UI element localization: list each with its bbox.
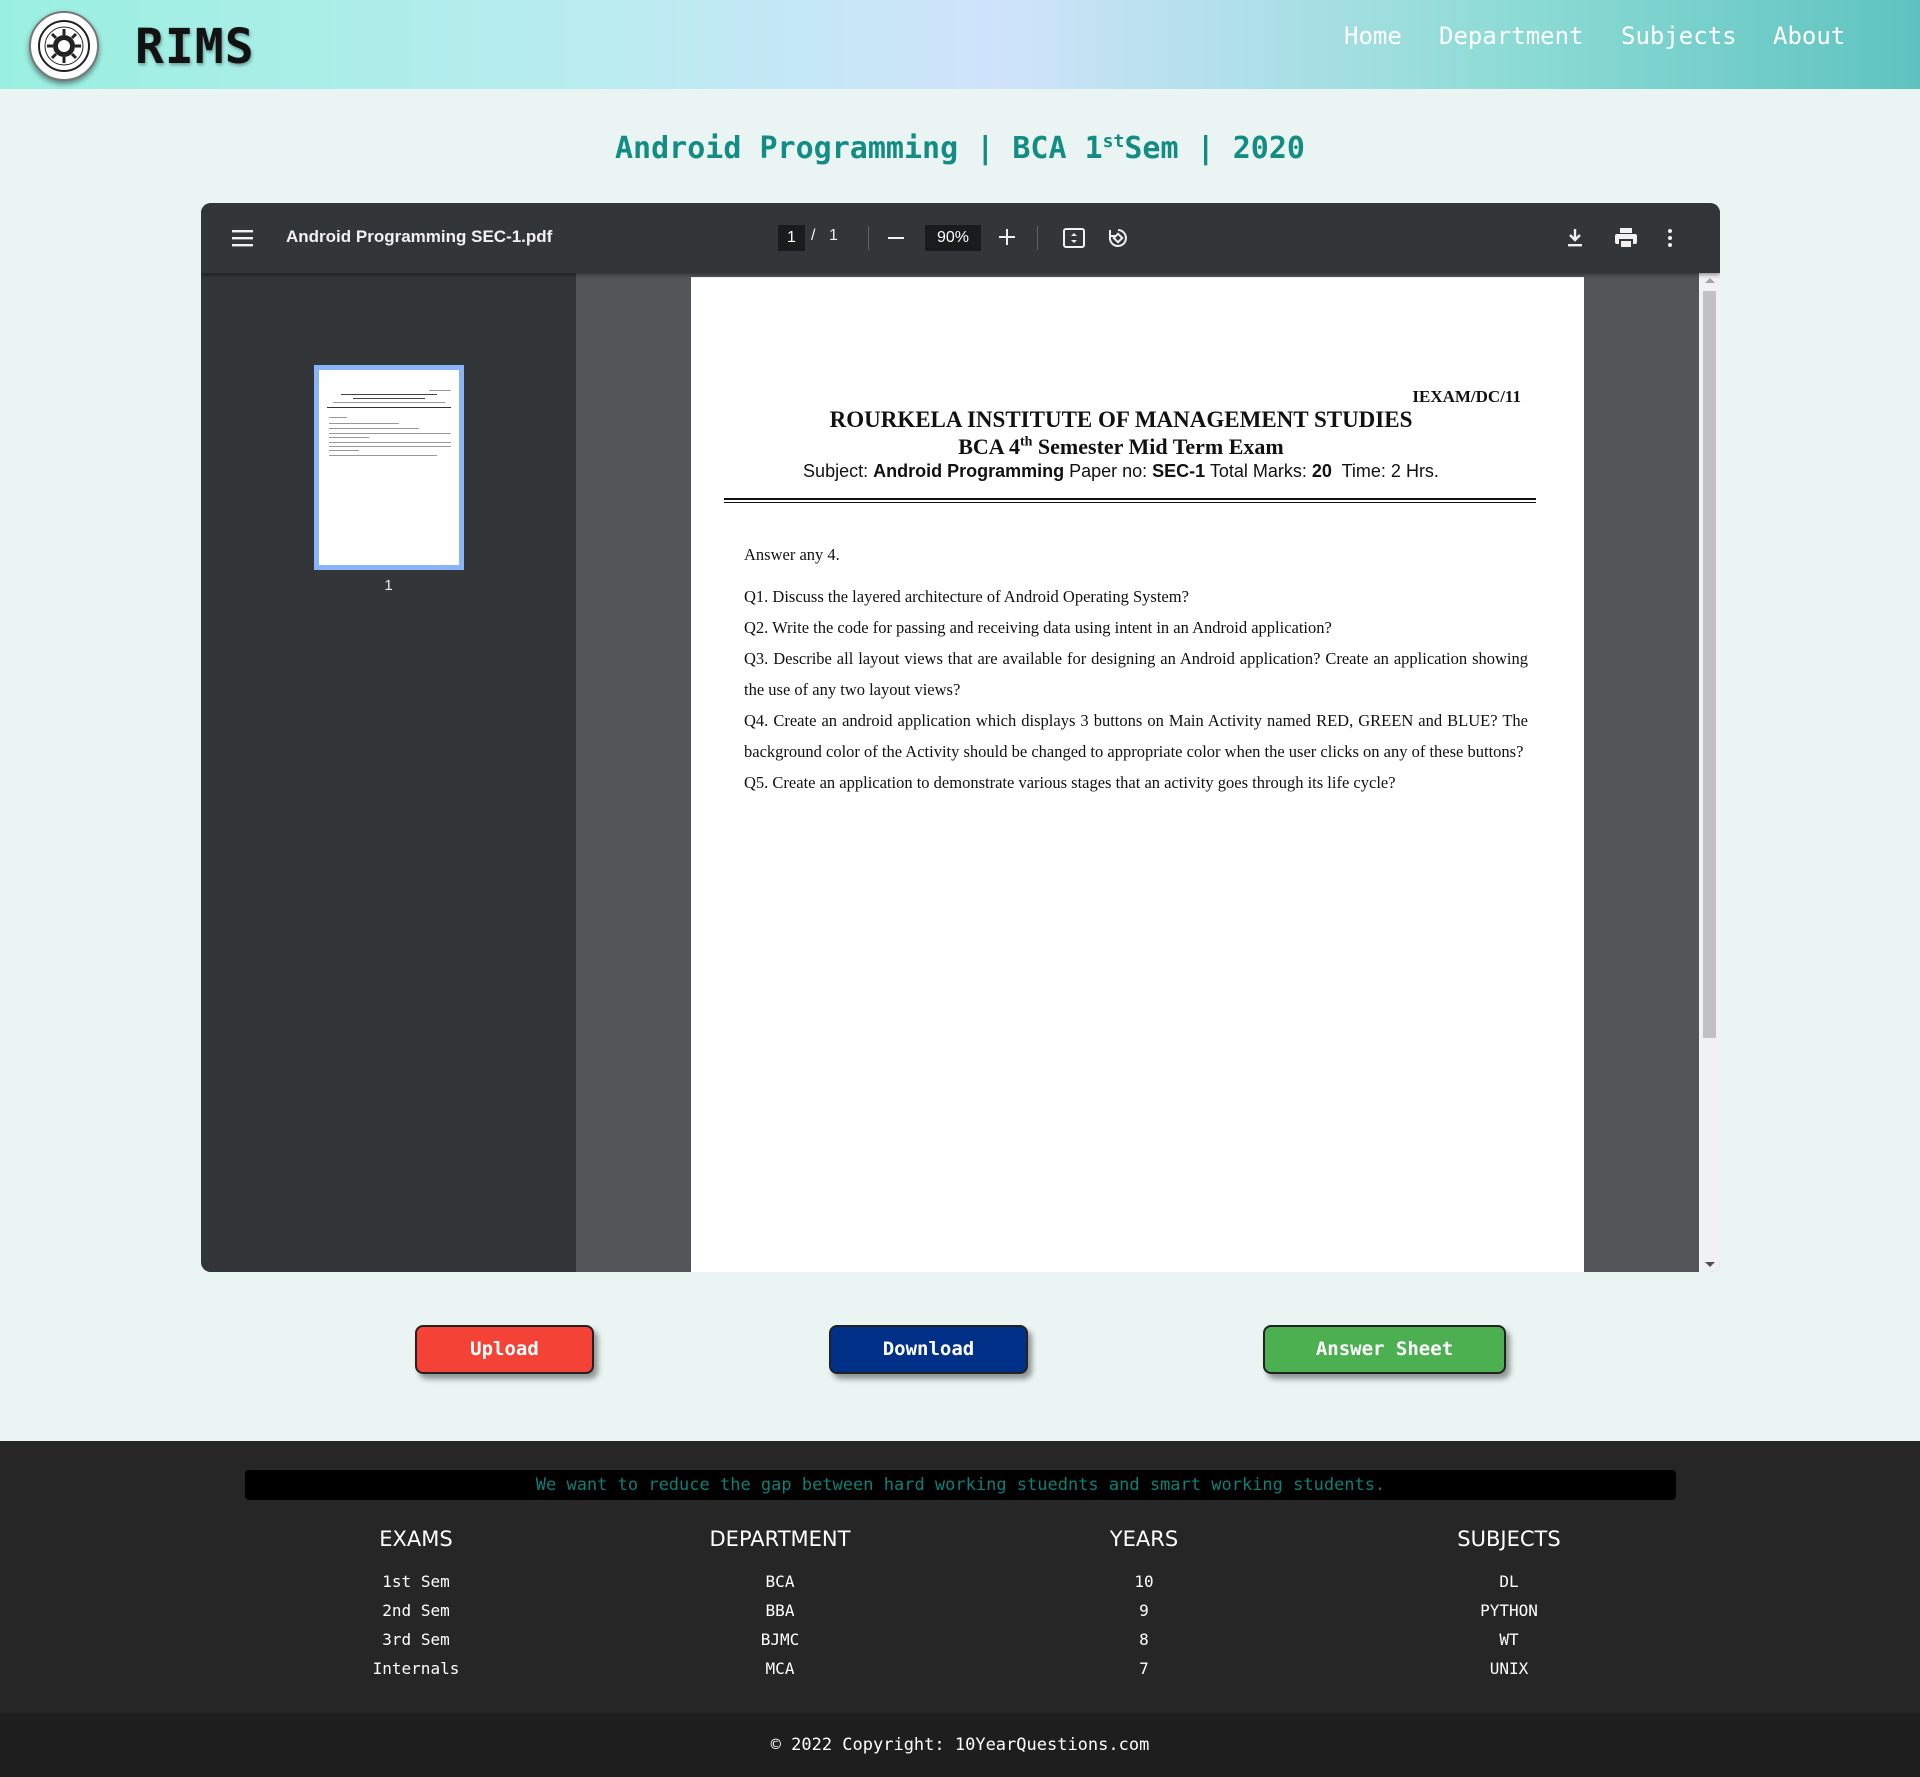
doc-institute: ROURKELA INSTITUTE OF MANAGEMENT STUDIES [829,407,1413,432]
nav-department-link[interactable]: Department [1439,22,1584,50]
navbar: RIMS Home Department Subjects About [0,0,1920,89]
download-button[interactable]: Download [829,1325,1028,1374]
footer-link[interactable]: DL [1359,1567,1659,1596]
copyright: © 2022 Copyright: 10YearQuestions.com [0,1713,1920,1777]
footer-link[interactable]: MCA [630,1654,930,1683]
doc-exam-pre: BCA 4 [958,434,1020,459]
footer-link[interactable]: BJMC [630,1625,930,1654]
viewer-scrollbar[interactable] [1699,273,1720,1272]
page-title-sup: st [1102,131,1125,152]
doc-exam-sup: th [1019,434,1033,450]
page-title: Android Programming | BCA 1stSem | 2020 [0,131,1920,166]
doc-marks-label: Total Marks: [1205,461,1312,481]
pdf-page: IEXAM/DC/11 ROURKELA INSTITUTE OF MANAGE… [691,277,1584,1272]
doc-paper-label: Paper no: [1064,461,1153,481]
doc-exam-title: BCA 4th Semester Mid Term Exam [691,434,1551,460]
footer-link[interactable]: 7 [994,1654,1294,1683]
fit-page-icon[interactable] [1062,227,1086,253]
rotate-icon[interactable] [1106,226,1130,254]
footer-link[interactable]: PYTHON [1359,1596,1659,1625]
footer-link[interactable]: BCA [630,1567,930,1596]
thumbnail-sidebar: 1 [201,273,576,1272]
doc-exam-post: Semester Mid Term Exam [1032,434,1284,459]
doc-body: Answer any 4. Q1. Discuss the layered ar… [744,539,1528,798]
page-thumbnail[interactable] [314,365,464,570]
toolbar-divider [1037,226,1038,250]
print-icon[interactable] [1614,227,1638,253]
doc-code: IEXAM/DC/11 [1412,387,1521,406]
scroll-up-icon[interactable] [1705,278,1715,283]
footer-link[interactable]: 3rd Sem [266,1625,566,1654]
doc-paper-value: SEC-1 [1152,461,1206,481]
footer-link[interactable]: Internals [266,1654,566,1683]
footer-heading: DEPARTMENT [709,1527,851,1551]
doc-intro: Answer any 4. [744,545,840,564]
footer-link[interactable]: 2nd Sem [266,1596,566,1625]
toolbar-divider [868,226,869,250]
doc-divider [724,502,1536,503]
nav-subjects-link[interactable]: Subjects [1621,22,1737,50]
doc-subject-value: Android Programming [873,461,1065,481]
nav-home-link[interactable]: Home [1344,22,1402,50]
answer-sheet-button[interactable]: Answer Sheet [1263,1325,1506,1374]
footer-heading: YEARS [1109,1527,1179,1551]
page-title-main: Android Programming | BCA 1 [615,131,1103,166]
footer-link[interactable]: 10 [994,1567,1294,1596]
footer-column-department: DEPARTMENT BCA BBA BJMC MCA [630,1527,930,1683]
footer-column-years: YEARS 10 9 8 7 [994,1527,1294,1683]
scroll-down-icon[interactable] [1705,1262,1715,1267]
pdf-toolbar: Android Programming SEC-1.pdf 1 / 1 90% [201,203,1720,273]
upload-button[interactable]: Upload [415,1325,594,1374]
brand-name[interactable]: RIMS [135,19,255,75]
doc-marks-value: 20 [1311,461,1332,481]
zoom-in-icon[interactable] [998,228,1016,250]
footer: We want to reduce the gap between hard w… [0,1441,1920,1713]
more-vert-icon[interactable] [1666,227,1674,253]
footer-link[interactable]: 9 [994,1596,1294,1625]
footer-column-exams: EXAMS 1st Sem 2nd Sem 3rd Sem Internals [266,1527,566,1683]
pdf-filename: Android Programming SEC-1.pdf [286,227,553,246]
logo-emblem-icon[interactable] [29,11,99,81]
page-number-input[interactable]: 1 [778,225,805,251]
footer-tagline: We want to reduce the gap between hard w… [245,1470,1676,1500]
nav-about-link[interactable]: About [1773,22,1845,50]
doc-subject-label: Subject: [803,461,874,481]
download-icon[interactable] [1565,227,1585,253]
footer-heading: EXAMS [379,1527,453,1551]
footer-column-subjects: SUBJECTS DL PYTHON WT UNIX [1359,1527,1659,1683]
doc-divider [724,498,1536,500]
footer-link[interactable]: UNIX [1359,1654,1659,1683]
page-title-tail: Sem | 2020 [1124,131,1305,166]
zoom-level-input[interactable]: 90% [925,225,981,251]
question: Q5. Create an application to demonstrate… [744,773,1396,792]
footer-heading: SUBJECTS [1457,1527,1561,1551]
doc-subject-line: Subject: Android Programming Paper no: S… [691,461,1551,482]
question: Q2. Write the code for passing and recei… [744,618,1332,637]
zoom-out-icon[interactable] [887,229,905,251]
question: Q4. Create an android application which … [744,711,1528,761]
footer-link[interactable]: 1st Sem [266,1567,566,1596]
scrollbar-thumb[interactable] [1703,291,1716,1038]
page-separator: / [811,227,816,244]
footer-link[interactable]: 8 [994,1625,1294,1654]
menu-icon[interactable] [232,228,254,252]
thumbnail-page-label: 1 [384,577,393,594]
page-total: 1 [829,227,838,244]
doc-time: Time: 2 Hrs. [1331,461,1439,481]
footer-link[interactable]: BBA [630,1596,930,1625]
pdf-viewer: Android Programming SEC-1.pdf 1 / 1 90% [201,203,1720,1272]
question: Q1. Discuss the layered architecture of … [744,587,1189,606]
question: Q3. Describe all layout views that are a… [744,649,1528,699]
footer-link[interactable]: WT [1359,1625,1659,1654]
